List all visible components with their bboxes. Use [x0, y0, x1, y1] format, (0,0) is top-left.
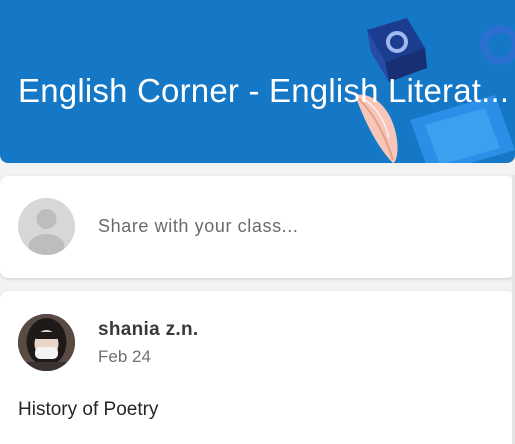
post-author-name: shania z.n. — [98, 319, 199, 340]
share-announcement-card[interactable]: Share with your class... — [0, 176, 515, 278]
ring-icon — [480, 25, 515, 65]
profile-photo — [18, 314, 75, 371]
announcement-post[interactable]: shania z.n. Feb 24 History of Poetry — [0, 291, 515, 444]
class-title[interactable]: English Corner - English Literat... — [18, 72, 509, 110]
classroom-stream-page: English Corner - English Literat... Shar… — [0, 0, 515, 444]
class-banner: English Corner - English Literat... — [0, 0, 515, 163]
post-text: History of Poetry — [18, 399, 159, 420]
post-date: Feb 24 — [98, 347, 151, 366]
share-with-class-input[interactable]: Share with your class... — [98, 216, 298, 237]
default-user-avatar-icon — [18, 198, 75, 255]
